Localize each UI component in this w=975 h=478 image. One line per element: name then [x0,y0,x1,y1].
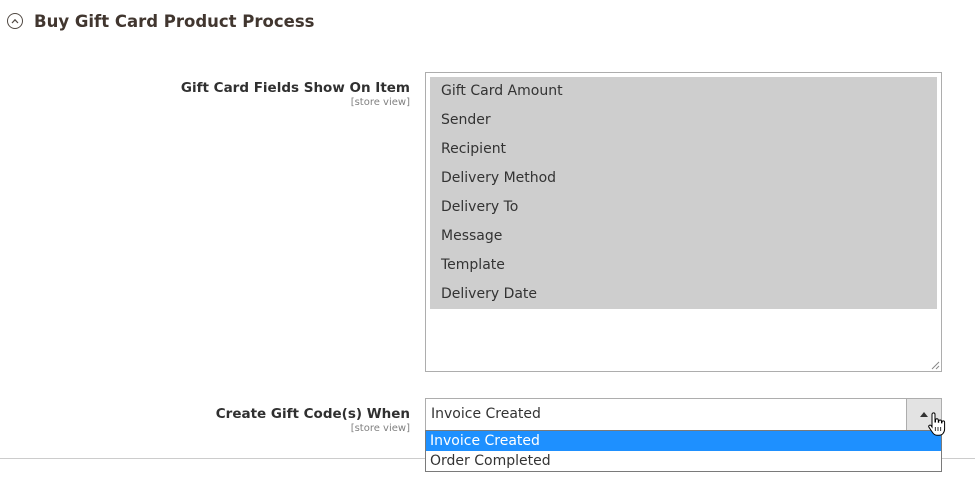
multiselect-option-message[interactable]: Message [430,222,937,251]
multiselect-option-delivery-to[interactable]: Delivery To [430,193,937,222]
multiselect-option-recipient[interactable]: Recipient [430,135,937,164]
section-title[interactable]: Buy Gift Card Product Process [34,12,314,31]
resize-grip-icon[interactable] [931,361,940,370]
hand-cursor-icon [928,412,946,436]
gift-card-fields-label: Gift Card Fields Show On Item [180,80,410,96]
chevron-up-circle-icon[interactable] [7,13,23,29]
create-gift-code-select[interactable]: Invoice Created [425,398,942,431]
gift-card-fields-option-list: Gift Card Amount Sender Recipient Delive… [430,77,937,309]
gift-card-fields-scope: [store view] [350,97,410,108]
select-current-value: Invoice Created [431,406,541,422]
dropdown-option-order-completed[interactable]: Order Completed [426,451,941,471]
multiselect-option-template[interactable]: Template [430,251,937,280]
create-gift-code-label: Create Gift Code(s) When [215,406,410,422]
dropdown-option-invoice-created[interactable]: Invoice Created [426,431,941,451]
multiselect-option-delivery-date[interactable]: Delivery Date [430,280,937,309]
multiselect-option-gift-card-amount[interactable]: Gift Card Amount [430,77,937,106]
multiselect-option-delivery-method[interactable]: Delivery Method [430,164,937,193]
multiselect-option-sender[interactable]: Sender [430,106,937,135]
create-gift-code-scope: [store view] [350,423,410,434]
section-header[interactable]: Buy Gift Card Product Process [7,8,314,34]
gift-card-fields-multiselect[interactable]: Gift Card Amount Sender Recipient Delive… [425,72,942,372]
create-gift-code-dropdown[interactable]: Invoice Created Order Completed [425,430,942,472]
